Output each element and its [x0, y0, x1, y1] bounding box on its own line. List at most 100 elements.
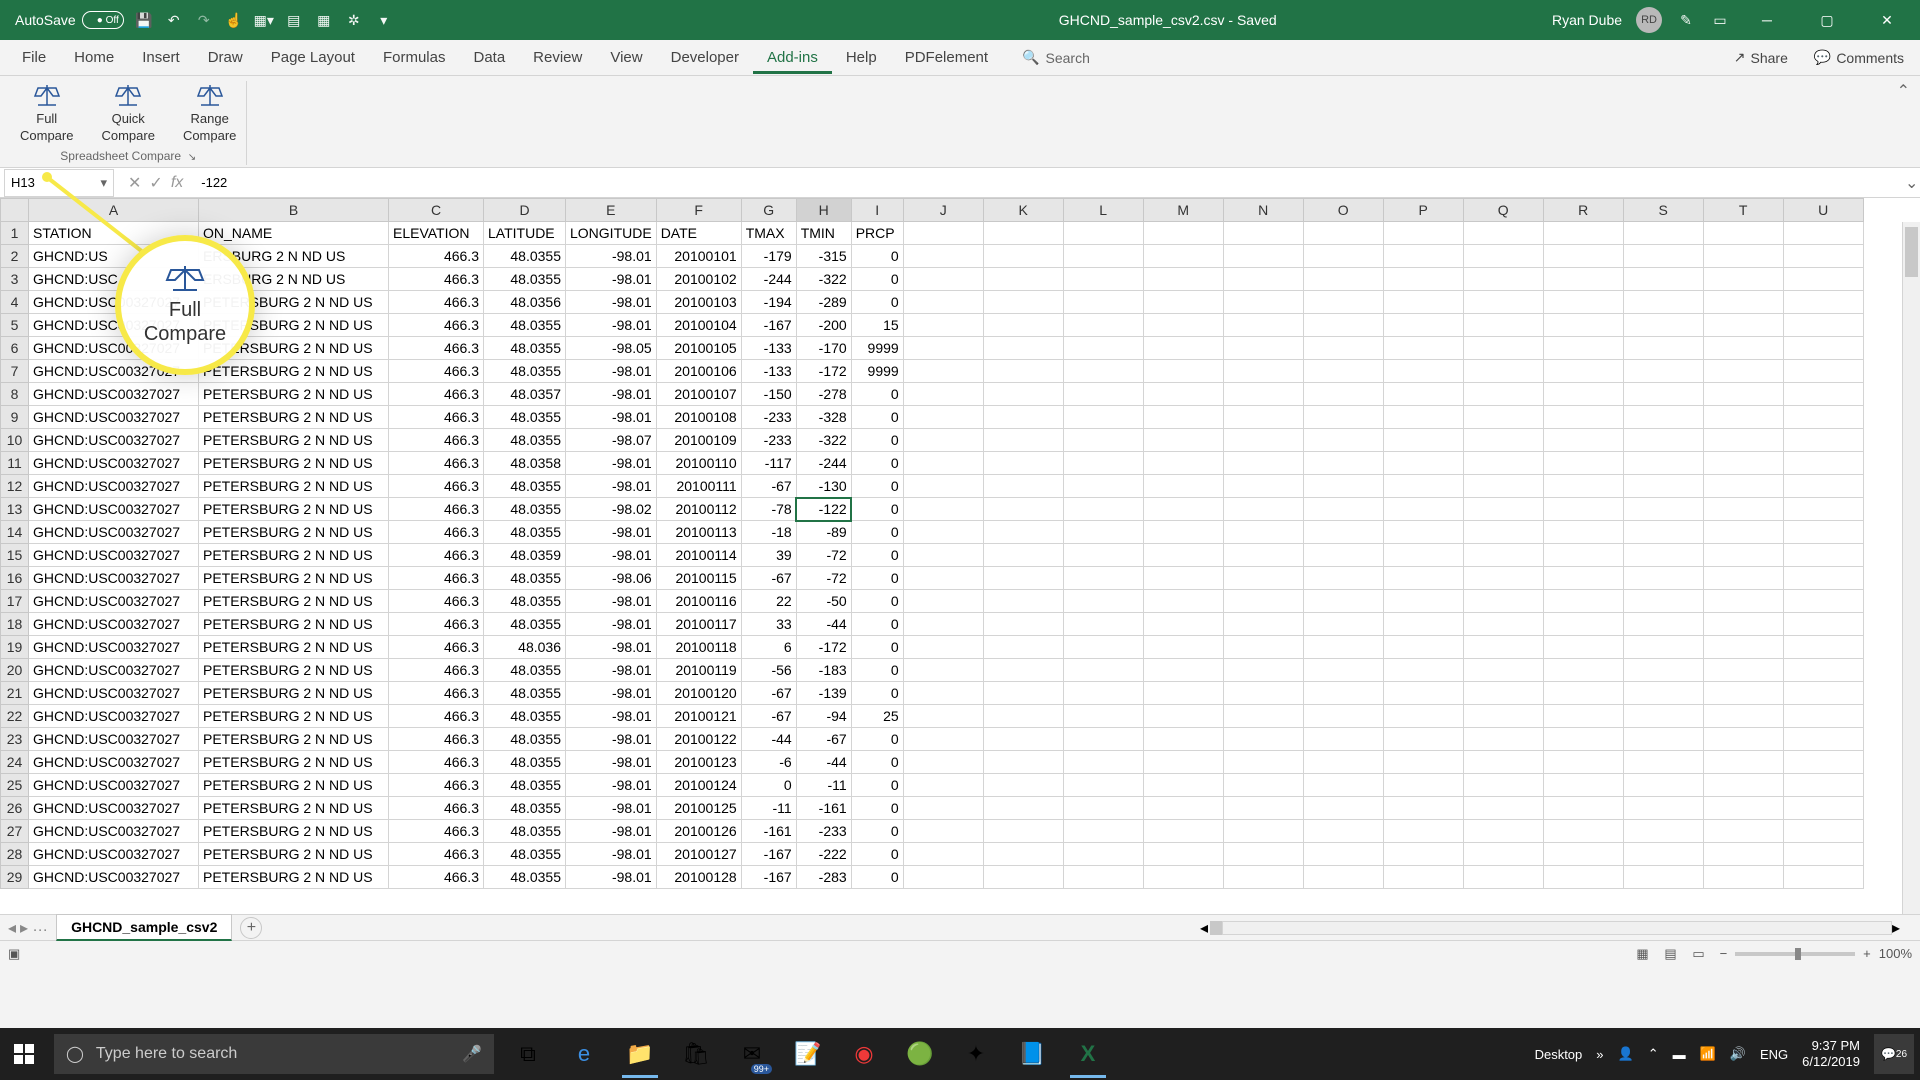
- sheet-nav-more-icon[interactable]: …: [32, 918, 48, 938]
- cell[interactable]: [1623, 866, 1703, 889]
- record-macro-icon[interactable]: ▣: [8, 946, 20, 962]
- cell[interactable]: [1543, 337, 1623, 360]
- cell[interactable]: [1463, 291, 1543, 314]
- row-header-4[interactable]: 4: [1, 291, 29, 314]
- col-header-P[interactable]: P: [1383, 199, 1463, 222]
- cell[interactable]: [1303, 659, 1383, 682]
- cell[interactable]: -222: [796, 843, 851, 866]
- cell[interactable]: [903, 475, 983, 498]
- cell[interactable]: 33: [741, 613, 796, 636]
- cell[interactable]: PRCP: [851, 222, 903, 245]
- cell[interactable]: 20100128: [656, 866, 741, 889]
- cell[interactable]: [983, 797, 1063, 820]
- cell[interactable]: [1703, 222, 1783, 245]
- cell[interactable]: 48.0355: [484, 360, 566, 383]
- cell[interactable]: -44: [796, 751, 851, 774]
- cell[interactable]: [1223, 820, 1303, 843]
- cell[interactable]: [903, 797, 983, 820]
- row-header-3[interactable]: 3: [1, 268, 29, 291]
- cell[interactable]: [1463, 613, 1543, 636]
- cell[interactable]: [1703, 866, 1783, 889]
- cell[interactable]: [903, 636, 983, 659]
- cell[interactable]: [1623, 705, 1703, 728]
- cell[interactable]: -322: [796, 429, 851, 452]
- cell[interactable]: [1303, 452, 1383, 475]
- cell[interactable]: 20100126: [656, 820, 741, 843]
- cell[interactable]: 20100103: [656, 291, 741, 314]
- cell[interactable]: [1143, 590, 1223, 613]
- cell[interactable]: -98.01: [566, 544, 657, 567]
- cell[interactable]: GHCND:USC00327027: [29, 544, 199, 567]
- cell[interactable]: [903, 544, 983, 567]
- cell[interactable]: 48.0355: [484, 314, 566, 337]
- cell[interactable]: [1783, 567, 1863, 590]
- cell[interactable]: 466.3: [389, 682, 484, 705]
- cell[interactable]: [1223, 613, 1303, 636]
- cell[interactable]: 466.3: [389, 245, 484, 268]
- cell[interactable]: 0: [851, 774, 903, 797]
- cell[interactable]: 0: [851, 590, 903, 613]
- cell[interactable]: [1063, 567, 1143, 590]
- cell[interactable]: [1783, 222, 1863, 245]
- cell[interactable]: [1303, 314, 1383, 337]
- cell[interactable]: [1143, 682, 1223, 705]
- cell[interactable]: [1143, 245, 1223, 268]
- cell[interactable]: [1463, 659, 1543, 682]
- cell[interactable]: [983, 544, 1063, 567]
- quick-compare-button[interactable]: QuickCompare: [97, 81, 158, 145]
- cell[interactable]: -172: [796, 360, 851, 383]
- cell[interactable]: -170: [796, 337, 851, 360]
- cell[interactable]: [1543, 314, 1623, 337]
- cell[interactable]: 48.0355: [484, 774, 566, 797]
- cell[interactable]: 466.3: [389, 452, 484, 475]
- cell[interactable]: [1783, 475, 1863, 498]
- cell[interactable]: [1223, 659, 1303, 682]
- new-sheet-button[interactable]: +: [240, 917, 262, 939]
- file-explorer-icon[interactable]: 📁: [616, 1030, 664, 1078]
- cell[interactable]: -328: [796, 406, 851, 429]
- cell[interactable]: -78: [741, 498, 796, 521]
- cell[interactable]: [983, 843, 1063, 866]
- menu-home[interactable]: Home: [60, 41, 128, 74]
- cell[interactable]: [1623, 682, 1703, 705]
- cell[interactable]: -122: [796, 498, 851, 521]
- cell[interactable]: 48.0355: [484, 613, 566, 636]
- cell[interactable]: [1223, 314, 1303, 337]
- col-header-E[interactable]: E: [566, 199, 657, 222]
- form-icon[interactable]: ▤: [284, 10, 304, 30]
- cell[interactable]: [1383, 843, 1463, 866]
- cell[interactable]: [1703, 843, 1783, 866]
- cell[interactable]: [1063, 636, 1143, 659]
- cell[interactable]: [1783, 705, 1863, 728]
- cell[interactable]: [903, 452, 983, 475]
- menu-file[interactable]: File: [8, 41, 60, 74]
- cell[interactable]: [1063, 544, 1143, 567]
- cell[interactable]: [1543, 406, 1623, 429]
- cell[interactable]: [1783, 590, 1863, 613]
- cell[interactable]: -98.01: [566, 521, 657, 544]
- cell[interactable]: [1303, 843, 1383, 866]
- cell[interactable]: [1223, 475, 1303, 498]
- cell[interactable]: GHCND:USC00327027: [29, 613, 199, 636]
- cell[interactable]: -98.01: [566, 475, 657, 498]
- cell[interactable]: [1623, 291, 1703, 314]
- cell[interactable]: 466.3: [389, 843, 484, 866]
- cell[interactable]: [1783, 452, 1863, 475]
- cell[interactable]: [1303, 521, 1383, 544]
- cell[interactable]: [1143, 705, 1223, 728]
- cell[interactable]: 0: [851, 567, 903, 590]
- cell[interactable]: [1223, 728, 1303, 751]
- cell[interactable]: [983, 452, 1063, 475]
- cell[interactable]: [1703, 636, 1783, 659]
- cell[interactable]: [1063, 498, 1143, 521]
- cell[interactable]: [1383, 498, 1463, 521]
- cell[interactable]: [1063, 360, 1143, 383]
- row-header-25[interactable]: 25: [1, 774, 29, 797]
- cell[interactable]: 466.3: [389, 820, 484, 843]
- cell[interactable]: [1623, 728, 1703, 751]
- cell[interactable]: [1223, 705, 1303, 728]
- cell[interactable]: -161: [741, 820, 796, 843]
- cell[interactable]: -98.01: [566, 774, 657, 797]
- cell[interactable]: 0: [851, 843, 903, 866]
- cell[interactable]: [1143, 406, 1223, 429]
